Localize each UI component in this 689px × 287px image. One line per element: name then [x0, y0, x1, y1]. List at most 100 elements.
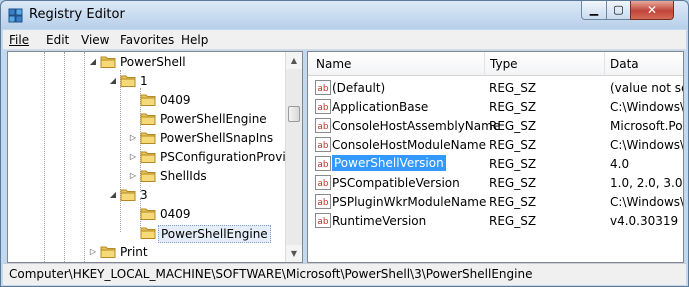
value-name: RuntimeVersion [332, 214, 427, 228]
column-divider[interactable] [484, 52, 485, 76]
svg-text:ab: ab [317, 217, 329, 227]
svg-text:ab: ab [317, 103, 329, 113]
value-data: v4.0.30319 [610, 214, 679, 228]
folder-icon [140, 151, 156, 163]
menu-favorites-label: Favorites [120, 33, 175, 47]
registry-editor-window: Registry Editor ▁ ▢ ✕ File Edit View Fav… [0, 0, 689, 287]
list-item[interactable]: ab PowerShellVersion REG_SZ 4.0 [308, 154, 683, 173]
list-item[interactable]: ab(Default) REG_SZ (value not set) [308, 78, 683, 97]
value-type: REG_SZ [489, 214, 537, 228]
value-name: PSCompatibleVersion [332, 176, 460, 190]
column-header-type[interactable]: Type [490, 57, 518, 71]
folder-icon [100, 246, 116, 258]
no-expander [128, 114, 138, 124]
string-value-icon: ab [315, 213, 331, 228]
value-type: REG_SZ [489, 100, 537, 114]
key-tree-pane[interactable]: ◢ PowerShell ◢ 1 0409 PowerShellEngine ▷ PowerS… [7, 51, 303, 263]
minimize-button[interactable]: ▁ [581, 1, 607, 20]
scroll-thumb[interactable] [288, 106, 300, 122]
folder-icon [140, 227, 156, 239]
minimize-icon: ▁ [589, 3, 599, 16]
tree-node[interactable]: PowerShellEngine [8, 110, 288, 129]
string-value-icon: ab [315, 156, 331, 171]
column-header-name[interactable]: Name [316, 57, 351, 71]
tree-node[interactable]: 0409 [8, 91, 288, 110]
value-type: REG_SZ [489, 176, 537, 190]
svg-text:ab: ab [317, 179, 329, 189]
folder-icon [140, 170, 156, 182]
tree-node[interactable]: ◢ PowerShell [8, 53, 288, 72]
menu-bar: File Edit View Favorites Help [3, 30, 686, 50]
column-header-data[interactable]: Data [610, 57, 639, 71]
values-list-pane[interactable]: Name Type Data ab (Default) REG_SZ (value n… [307, 51, 684, 263]
value-data: Microsoft.Pow [610, 119, 683, 133]
list-item[interactable]: ab ApplicationBase REG_SZ C:\Windows\ [308, 97, 683, 116]
value-name: ConsoleHostAssemblyName [332, 119, 501, 133]
no-expander [128, 95, 138, 105]
close-button[interactable]: ✕ [630, 1, 674, 20]
menu-file[interactable]: File [9, 33, 29, 47]
folder-icon [140, 113, 156, 125]
status-path: Computer\HKEY_LOCAL_MACHINE\SOFTWARE\Mic… [9, 267, 533, 281]
tree-node-label: 0409 [160, 93, 191, 107]
svg-text:ab: ab [317, 141, 329, 151]
string-value-icon: ab [315, 80, 331, 95]
svg-text:ab: ab [317, 198, 329, 208]
string-value-icon: ab [315, 118, 331, 133]
folder-icon [120, 189, 136, 201]
list-item[interactable]: ab ConsoleHostAssemblyName REG_SZ Microsoft… [308, 116, 683, 135]
expand-arrow-icon[interactable]: ▷ [128, 133, 138, 143]
menu-edit[interactable]: Edit [46, 33, 69, 47]
list-item[interactable]: ab RuntimeVersion REG_SZ v4.0.30319 [308, 211, 683, 230]
status-bar: Computer\HKEY_LOCAL_MACHINE\SOFTWARE\Mic… [3, 263, 686, 285]
menu-file-label: File [9, 33, 30, 47]
tree-node[interactable]: PowerShellEngine [8, 224, 288, 243]
tree-node-label: 1 [140, 74, 148, 88]
collapse-arrow-icon[interactable]: ◢ [88, 57, 98, 67]
tree-node[interactable]: ▷ Print [8, 243, 288, 262]
column-divider[interactable] [604, 52, 605, 76]
tree-node[interactable]: ▷ PSConfigurationProvic [8, 148, 292, 167]
maximize-button[interactable]: ▢ [606, 1, 631, 20]
menu-edit-label: Edit [46, 33, 70, 47]
tree-node[interactable]: ▷ ShellIds [8, 167, 288, 186]
tree-vertical-scrollbar[interactable]: ▲ ▼ [285, 52, 302, 262]
folder-icon [100, 56, 116, 68]
scroll-down-icon[interactable]: ▼ [286, 245, 302, 262]
list-item[interactable]: ab PSCompatibleVersion REG_SZ 1.0, 2.0, 3.0… [308, 173, 683, 192]
tree-node-label: PowerShellEngine [160, 112, 267, 126]
list-item[interactable]: ab ConsoleHostModuleName REG_SZ C:\Windows\ [308, 135, 684, 154]
expand-arrow-icon[interactable]: ▷ [128, 171, 138, 181]
scroll-up-icon[interactable]: ▲ [286, 52, 302, 69]
tree-node[interactable]: ◢ 1 [8, 72, 288, 91]
expand-arrow-icon[interactable]: ▷ [88, 247, 98, 257]
close-icon: ✕ [646, 3, 658, 17]
tree-node-label: PowerShellSnapIns [160, 131, 274, 145]
tree-node-label: PowerShell [120, 55, 186, 69]
menu-favorites[interactable]: Favorites [120, 33, 174, 47]
expand-arrow-icon[interactable]: ▷ [128, 152, 138, 162]
tree-node[interactable]: ▷ PowerShellSnapIns [8, 129, 288, 148]
menu-help[interactable]: Help [181, 33, 208, 47]
collapse-arrow-icon[interactable]: ◢ [108, 76, 118, 86]
value-data: C:\Windows\ [610, 138, 684, 152]
menu-view[interactable]: View [81, 33, 109, 47]
title-bar[interactable]: Registry Editor ▁ ▢ ✕ [1, 1, 688, 29]
value-type: REG_SZ [489, 119, 537, 133]
window-title: Registry Editor [29, 7, 125, 22]
string-value-icon: ab [315, 99, 331, 114]
tree-node-label: 3 [140, 188, 148, 202]
tree-node[interactable]: ◢ 3 [8, 186, 288, 205]
tree-node[interactable]: 0409 [8, 205, 288, 224]
string-value-icon: ab [315, 175, 331, 190]
value-data: C:\Windows\ [610, 195, 684, 209]
value-type: REG_SZ [489, 138, 537, 152]
collapse-arrow-icon[interactable]: ◢ [108, 190, 118, 200]
folder-icon [140, 208, 156, 220]
folder-icon [120, 75, 136, 87]
value-name: PowerShellVersion [332, 155, 446, 171]
list-item[interactable]: ab PSPluginWkrModuleName REG_SZ C:\Windows\ [308, 192, 684, 211]
value-data: 1.0, 2.0, 3.0, 4 [610, 176, 683, 190]
maximize-icon: ▢ [613, 3, 624, 16]
no-expander [128, 228, 138, 238]
